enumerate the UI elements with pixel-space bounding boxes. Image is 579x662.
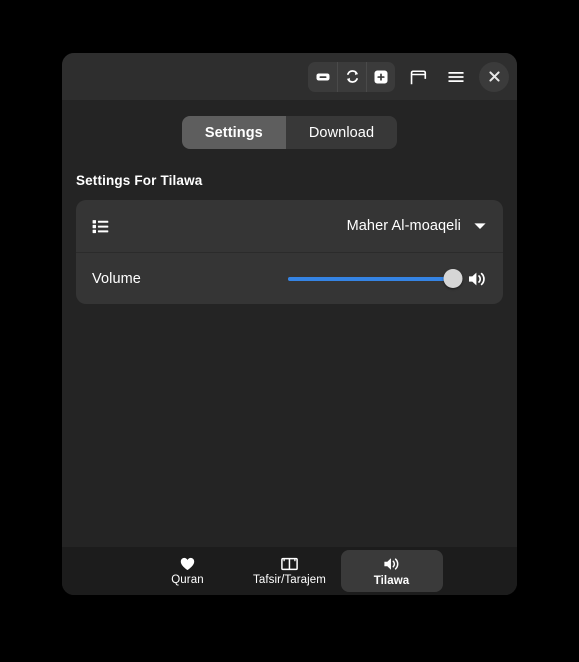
nav-item-tilawa[interactable]: Tilawa	[340, 550, 443, 592]
slider-thumb[interactable]	[443, 269, 463, 288]
nav-item-quran[interactable]: Quran	[137, 550, 239, 592]
volume-label: Volume	[92, 270, 141, 287]
zoom-out-button[interactable]	[308, 62, 337, 92]
heart-icon	[180, 557, 195, 571]
app-window: Settings Download Settings For Tilawa Ma…	[62, 53, 517, 595]
tab-download[interactable]: Download	[285, 116, 398, 149]
minus-square-icon	[315, 69, 331, 85]
zoom-control-group	[308, 61, 395, 92]
speaker-volume-icon[interactable]	[467, 270, 487, 288]
volume-slider[interactable]	[288, 269, 463, 289]
chevron-down-icon	[473, 221, 487, 231]
volume-control	[288, 269, 487, 289]
refresh-loop-icon	[344, 68, 361, 85]
header-bar	[62, 53, 517, 100]
tab-settings[interactable]: Settings	[181, 116, 286, 149]
close-button[interactable]	[479, 61, 509, 92]
nav-label-tilawa: Tilawa	[373, 574, 410, 587]
zoom-reset-button[interactable]	[337, 61, 366, 92]
view-switcher-tabs: Settings Download	[181, 116, 398, 149]
window-toggle-button[interactable]	[403, 62, 433, 92]
window-icon	[410, 69, 427, 85]
open-book-icon	[281, 557, 298, 571]
menu-button[interactable]	[441, 62, 471, 92]
plus-square-icon	[373, 69, 389, 85]
zoom-in-button[interactable]	[366, 61, 395, 92]
hamburger-menu-icon	[447, 69, 465, 85]
list-bullet-icon	[92, 219, 109, 234]
nav-label-quran: Quran	[171, 573, 204, 586]
volume-row: Volume	[76, 252, 503, 304]
nav-label-tafsir-tarajem: Tafsir/Tarajem	[253, 573, 326, 586]
nav-item-tafsir-tarajem[interactable]: Tafsir/Tarajem	[239, 550, 341, 592]
reciter-select-row[interactable]: Maher Al-moaqeli	[76, 200, 503, 252]
reciter-value: Maher Al-moaqeli	[346, 218, 461, 234]
speaker-volume-icon	[382, 556, 401, 572]
settings-card: Maher Al-moaqeli Volume	[76, 200, 503, 304]
content-filler	[76, 304, 503, 547]
slider-fill	[288, 276, 453, 281]
content-area: Settings Download Settings For Tilawa Ma…	[62, 100, 517, 547]
close-x-icon	[488, 70, 501, 83]
page-title: Settings For Tilawa	[76, 173, 203, 188]
bottom-navigation: Quran Tafsir/Tarajem Tilawa	[62, 547, 517, 595]
screen-root: Settings Download Settings For Tilawa Ma…	[0, 0, 579, 662]
